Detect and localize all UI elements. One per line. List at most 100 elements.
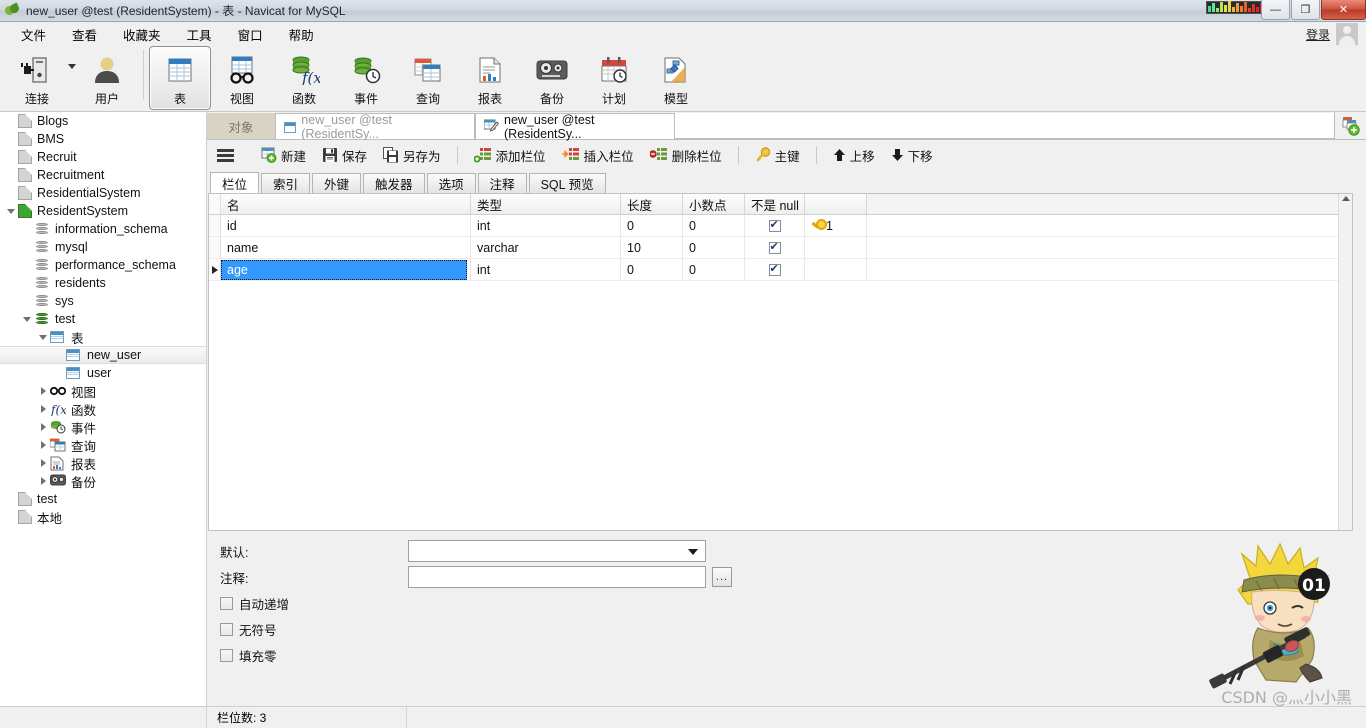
toolbar-user[interactable]: 用户	[76, 46, 138, 110]
maximize-button[interactable]: ❐	[1291, 0, 1320, 20]
subtab-triggers[interactable]: 触发器	[363, 173, 425, 193]
selected-cell[interactable]: age	[221, 260, 467, 280]
hamburger-icon[interactable]	[217, 148, 234, 162]
tab-new-user-data[interactable]: new_user @test (ResidentSy...	[275, 113, 475, 141]
tree-item-[interactable]: 报表	[0, 454, 206, 472]
toolbar-report[interactable]: 报表	[459, 46, 521, 110]
toolbar-event[interactable]: 事件	[335, 46, 397, 110]
tab-new-user-design[interactable]: new_user @test (ResidentSy...	[475, 113, 675, 141]
save-as-button[interactable]: 另存为	[376, 142, 448, 169]
tree-item-ResidentSystem[interactable]: ResidentSystem	[0, 202, 206, 220]
grid-header-不是 null[interactable]: 不是 null	[745, 194, 805, 214]
connection-dropdown-chevron-down-icon[interactable]	[68, 63, 76, 69]
menu-view[interactable]: 查看	[59, 22, 110, 47]
cell-primary-key[interactable]	[805, 259, 867, 280]
table-row[interactable]: age int 0 0	[209, 259, 1352, 281]
chevron-right-icon[interactable]	[36, 441, 50, 449]
chevron-down-icon[interactable]	[688, 549, 698, 555]
grid-vertical-scrollbar[interactable]	[1338, 194, 1352, 530]
chevron-down-icon[interactable]	[20, 316, 34, 322]
tree-item-residents[interactable]: residents	[0, 274, 206, 292]
cell-not-null[interactable]	[745, 259, 805, 280]
delete-field-button[interactable]: 删除栏位	[643, 142, 729, 169]
cell-field-decimals[interactable]: 0	[683, 215, 745, 236]
toolbar-model[interactable]: 模型	[645, 46, 707, 110]
checkbox-icon[interactable]	[220, 622, 233, 636]
tree-item-[interactable]: f(x) 函数	[0, 400, 206, 418]
grid-header-名[interactable]: 名	[221, 194, 471, 214]
toolbar-function[interactable]: f(x) 函数	[273, 46, 335, 110]
cell-field-name[interactable]: age	[221, 259, 471, 280]
default-combobox[interactable]	[408, 540, 706, 562]
auto-increment-checkbox[interactable]: 自动递增	[208, 590, 1366, 616]
tree-item-user[interactable]: user	[0, 364, 206, 382]
row-indicator[interactable]	[209, 237, 221, 258]
tree-item-Recruit[interactable]: Recruit	[0, 148, 206, 166]
subtab-fields[interactable]: 栏位	[210, 172, 260, 193]
new-button[interactable]: 新建	[254, 142, 313, 169]
subtab-indexes[interactable]: 索引	[261, 173, 311, 193]
zerofill-checkbox[interactable]: 填充零	[208, 642, 1366, 668]
toolbar-backup[interactable]: 备份	[521, 46, 583, 110]
connection-tree-sidebar[interactable]: Blogs BMS Recruit Recruitment ResidentialSys…	[0, 112, 207, 706]
move-up-button[interactable]: 上移	[826, 142, 882, 169]
tree-item-BMS[interactable]: BMS	[0, 130, 206, 148]
minimize-button[interactable]: —	[1261, 0, 1290, 20]
comment-browse-button[interactable]: ...	[712, 567, 732, 587]
object-tab[interactable]: 对象	[207, 113, 275, 139]
cell-field-name[interactable]: name	[221, 237, 471, 258]
scroll-up-arrow-icon[interactable]	[1341, 196, 1350, 201]
add-field-button[interactable]: 添加栏位	[467, 142, 553, 169]
tree-item-mysql[interactable]: mysql	[0, 238, 206, 256]
tree-item-[interactable]: 备份	[0, 472, 206, 490]
unsigned-checkbox[interactable]: 无符号	[208, 616, 1366, 642]
subtab-foreign-keys[interactable]: 外键	[312, 173, 362, 193]
cell-field-length[interactable]: 0	[621, 215, 683, 236]
subtab-sql-preview[interactable]: SQL 预览	[528, 173, 606, 193]
checkbox-icon[interactable]	[220, 648, 233, 662]
tree-item-Recruitment[interactable]: Recruitment	[0, 166, 206, 184]
grid-body[interactable]: id int 0 0 1 name varchar 10 0 age int 0 0	[209, 215, 1352, 281]
menu-help[interactable]: 帮助	[276, 22, 327, 47]
tree-item-[interactable]: 查询	[0, 436, 206, 454]
checkbox-icon[interactable]	[220, 596, 233, 610]
chevron-down-icon[interactable]	[4, 208, 18, 214]
toolbar-table[interactable]: 表	[149, 46, 211, 110]
table-row[interactable]: name varchar 10 0	[209, 237, 1352, 259]
grid-header-小数点[interactable]: 小数点	[683, 194, 745, 214]
cell-field-length[interactable]: 10	[621, 237, 683, 258]
cell-not-null[interactable]	[745, 237, 805, 258]
cell-primary-key[interactable]	[805, 237, 867, 258]
tree-item-test[interactable]: test	[0, 310, 206, 328]
cell-field-decimals[interactable]: 0	[683, 259, 745, 280]
subtab-options[interactable]: 选项	[426, 173, 476, 193]
chevron-right-icon[interactable]	[36, 459, 50, 467]
table-row[interactable]: id int 0 0 1	[209, 215, 1352, 237]
tree-item-[interactable]: 事件	[0, 418, 206, 436]
tree-item-information_schema[interactable]: information_schema	[0, 220, 206, 238]
window-controls[interactable]: — ❐ ✕	[1260, 0, 1366, 21]
tree-item-test[interactable]: test	[0, 490, 206, 508]
cell-field-length[interactable]: 0	[621, 259, 683, 280]
comment-input[interactable]	[408, 566, 706, 588]
tree-item-Blogs[interactable]: Blogs	[0, 112, 206, 130]
menu-file[interactable]: 文件	[8, 22, 59, 47]
grid-header-长度[interactable]: 长度	[621, 194, 683, 214]
fields-grid[interactable]: 名类型长度小数点不是 null idint001namevarchar100ag…	[208, 193, 1353, 531]
primary-key-button[interactable]: 主键	[748, 142, 807, 169]
subtab-comment[interactable]: 注释	[477, 173, 527, 193]
toolbar-schedule[interactable]: 计划	[583, 46, 645, 110]
tree-item-[interactable]: 本地	[0, 508, 206, 526]
checkbox-checked-icon[interactable]	[768, 218, 781, 232]
save-button[interactable]: 保存	[315, 142, 374, 169]
tree-item-performance_schema[interactable]: performance_schema	[0, 256, 206, 274]
cell-field-type[interactable]: int	[471, 259, 621, 280]
menu-window[interactable]: 窗口	[225, 22, 276, 47]
cell-field-name[interactable]: id	[221, 215, 471, 236]
cell-not-null[interactable]	[745, 215, 805, 236]
checkbox-checked-icon[interactable]	[768, 262, 781, 276]
toolbar-connection[interactable]: 连接	[6, 46, 68, 110]
chevron-right-icon[interactable]	[36, 477, 50, 485]
toolbar-query[interactable]: 查询	[397, 46, 459, 110]
row-indicator[interactable]	[209, 215, 221, 236]
